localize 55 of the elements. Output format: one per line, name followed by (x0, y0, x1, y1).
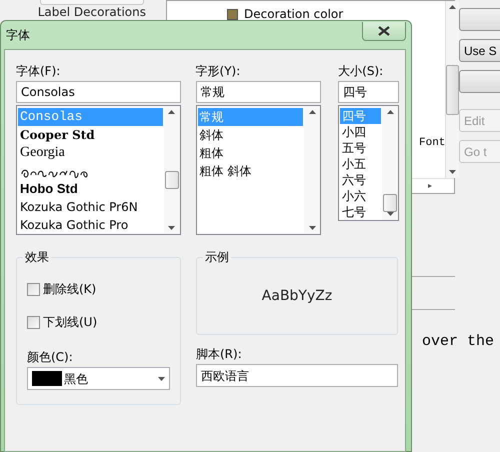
scroll-up-icon[interactable] (308, 110, 316, 114)
scroll-down-icon[interactable] (449, 170, 456, 174)
script-dropdown[interactable]: 西欧语言 (196, 364, 398, 387)
checkbox[interactable]: 下划线(U) (27, 313, 98, 331)
list-item[interactable]: 小六 (340, 188, 381, 204)
group-title: 效果 (23, 250, 51, 264)
list-item[interactable]: 六号 (340, 172, 381, 188)
scrollbar[interactable] (445, 1, 460, 178)
scroll-thumb[interactable] (446, 64, 460, 114)
input-field[interactable]: 四号 (338, 81, 399, 103)
close-icon (378, 26, 390, 36)
field-label: 字体(F): (16, 64, 62, 78)
sample-text: AaBbYyZz (262, 286, 332, 306)
tab-label[interactable]: Label Decorations (0, 5, 166, 19)
list-item[interactable]: 小五 (340, 156, 381, 172)
side-button[interactable]: Use S (459, 39, 500, 62)
list-item[interactable]: 七号 (340, 204, 381, 220)
list-item[interactable]: 粗体 (198, 144, 304, 162)
dropdown-value: 西欧语言 (201, 368, 249, 384)
scroll-up-icon[interactable] (386, 110, 394, 114)
checkbox[interactable]: 删除线(K) (27, 280, 96, 298)
input-field[interactable]: 常规 (196, 81, 322, 103)
field-label: 字形(Y): (196, 64, 242, 78)
list-item[interactable]: 斜体 (198, 126, 304, 144)
input-field[interactable]: Consolas (16, 81, 181, 103)
list-item[interactable]: 小四 (340, 124, 381, 140)
list-item[interactable]: Kozuka Gothic Pr6N (18, 198, 163, 216)
field-label: 颜色(C): (27, 350, 74, 364)
scrollbar[interactable] (304, 106, 320, 234)
list-item[interactable]: 粗体 斜体 (198, 162, 304, 180)
field-label: 脚本(R): (196, 347, 243, 361)
scrollbar[interactable] (382, 106, 398, 220)
scroll-right-icon[interactable] (428, 184, 432, 188)
scroll-down-icon[interactable] (308, 226, 316, 230)
group-title: 示例 (203, 250, 231, 264)
scroll-down-icon[interactable] (168, 226, 176, 230)
list-item[interactable]: 五号 (340, 140, 381, 156)
scroll-thumb[interactable] (383, 194, 397, 212)
list-item[interactable]: Decoration color (244, 5, 344, 23)
close-button[interactable] (362, 22, 406, 40)
scroll-up-icon[interactable] (449, 5, 456, 9)
list-item-text: Font (419, 136, 446, 151)
scrollbar[interactable] (164, 106, 180, 234)
list-item[interactable]: Georgia (18, 144, 163, 162)
field-label: 大小(S): (338, 64, 384, 78)
caret-icon[interactable] (158, 376, 165, 380)
scroll-up-icon[interactable] (168, 110, 176, 114)
color-dropdown[interactable]: 黑色 (27, 367, 170, 390)
window-title: 字体 (5, 27, 30, 44)
preview-text: over the (422, 332, 494, 352)
list-item[interactable]: Kozuka Gothic Pro (18, 216, 163, 234)
scroll-thumb[interactable] (164, 171, 179, 189)
list-item[interactable]: Hobo Std (18, 180, 163, 198)
list-item[interactable]: Cooper Std (18, 126, 163, 144)
dropdown-value: 黑色 (64, 370, 88, 388)
